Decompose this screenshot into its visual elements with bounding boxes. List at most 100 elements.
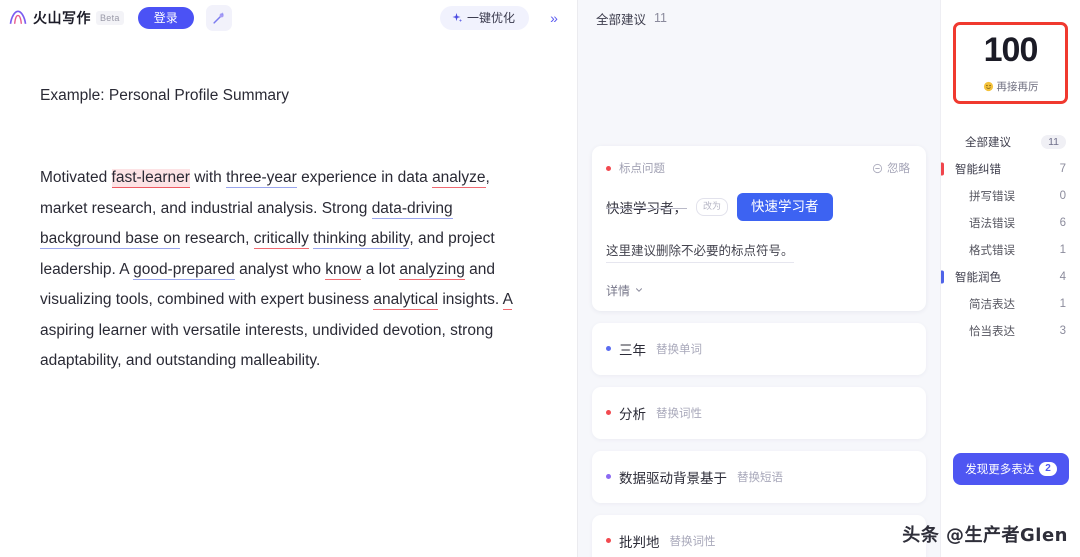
document-text-span: a lot (361, 260, 400, 278)
magic-wand-icon[interactable] (205, 5, 232, 31)
suggestion-row-word: 三年 (619, 342, 646, 358)
suggestion-detail-toggle[interactable]: 详情 (606, 282, 910, 299)
score-wrapper: 100 再接再厉 (941, 0, 1080, 104)
group-count: 7 (1059, 162, 1066, 175)
sidebar-item-all-suggestions[interactable]: 全部建议 11 (941, 128, 1080, 155)
group-label: 智能纠错 (955, 163, 1001, 176)
flagged-text-span[interactable]: analyze (432, 169, 486, 189)
suggestions-list: 标点问题 忽略 快速学习者， 改为 快速学习者 这里建议删除不必要的标点符号。 … (578, 146, 940, 557)
smiling-face-icon (983, 81, 993, 91)
severity-dot-icon (606, 474, 611, 479)
suggestion-row-action: 替换单词 (656, 343, 702, 356)
brand-name: 火山写作 (33, 10, 91, 26)
suggestion-description: 这里建议删除不必要的标点符号。 (606, 241, 794, 263)
suggestion-row[interactable]: 分析 替换词性 (592, 386, 926, 439)
suggestion-type-label: 标点问题 (619, 163, 665, 175)
login-button[interactable]: 登录 (137, 7, 194, 29)
all-suggestions-count: 11 (1041, 134, 1066, 149)
score-number: 100 (983, 30, 1039, 69)
discover-more-expressions-button[interactable]: 发现更多表达 2 (953, 453, 1069, 485)
sidebar-item-拼写错误[interactable]: 拼写错误 0 (941, 182, 1080, 209)
document-paragraph: Motivated fast-learner with three-year e… (40, 163, 537, 377)
suggestion-row[interactable]: 三年 替换单词 (592, 322, 926, 375)
sidebar-item-count: 3 (1059, 324, 1066, 337)
suggestions-pane: 全部建议 11 标点问题 忽略 快速学习者， 改为 快速学习者 这里建议删除不必… (578, 0, 940, 557)
sidebar-item-恰当表达[interactable]: 恰当表达 3 (941, 317, 1080, 344)
suggestion-rows-host: 三年 替换单词 分析 替换词性 数据驱动背景基于 替换短语 批判地 替换词性 (592, 322, 926, 557)
minus-circle-icon (872, 163, 883, 173)
sidebar-item-label: 格式错误 (969, 244, 1015, 257)
all-suggestions-label: 全部建议 (965, 136, 1011, 149)
one-click-optimize-button[interactable]: 一键优化 (439, 6, 529, 30)
category-groups-host: 智能纠错 7 拼写错误 0 语法错误 6 格式错误 1 智能润色 4 简洁表达 1 恰当表达 3 (941, 155, 1080, 344)
sidebar-item-简洁表达[interactable]: 简洁表达 1 (941, 290, 1080, 317)
category-list: 全部建议 11 智能纠错 7 拼写错误 0 语法错误 6 格式错误 1 智能润色 4 简洁表达 1 恰当… (941, 128, 1080, 344)
discover-badge: 2 (1039, 462, 1057, 476)
sidebar-item-label: 语法错误 (969, 217, 1015, 230)
optimize-label: 一键优化 (466, 11, 515, 25)
sparkle-icon (452, 13, 462, 22)
document-title: Example: Personal Profile Summary (40, 87, 289, 104)
flagged-text-span[interactable]: know (325, 260, 362, 280)
group-accent-bar (941, 162, 944, 175)
document-body[interactable]: Example: Personal Profile Summary Motiva… (0, 36, 577, 377)
score-card: 100 再接再厉 (953, 22, 1068, 104)
suggestion-card-header: 标点问题 忽略 (606, 160, 910, 176)
suggestions-header-title: 全部建议 (596, 12, 647, 27)
score-label-text: 再接再厉 (996, 80, 1039, 93)
sidebar-item-格式错误[interactable]: 格式错误 1 (941, 236, 1080, 263)
sidebar-item-语法错误[interactable]: 语法错误 6 (941, 209, 1080, 236)
sidebar-item-label: 简洁表达 (969, 298, 1015, 311)
suggestion-row-word: 批判地 (619, 534, 660, 550)
score-label-row: 再接再厉 (983, 79, 1039, 94)
document-text-span: analyst who (234, 260, 326, 278)
editor-toolbar: 火山写作 Beta 登录 一键优化 » (0, 0, 577, 36)
detail-label: 详情 (606, 283, 631, 298)
document-text-span: experience in data (296, 169, 433, 187)
group-accent-bar (941, 270, 944, 283)
suggestion-replace-row: 快速学习者， 改为 快速学习者 (606, 193, 910, 221)
ignore-suggestion-button[interactable]: 忽略 (872, 160, 910, 176)
volcano-logo-icon (9, 10, 27, 24)
document-text-span: insights. (438, 291, 503, 309)
suggestion-row-action: 替换短语 (737, 471, 783, 484)
group-count: 4 (1059, 270, 1066, 283)
severity-dot-icon (606, 410, 611, 415)
flagged-text-span[interactable]: good-prepared (133, 260, 235, 280)
flagged-text-span[interactable]: analytical (373, 291, 439, 311)
editor-pane: 火山写作 Beta 登录 一键优化 » Example: Personal Pr… (0, 0, 578, 557)
suggestion-row[interactable]: 数据驱动背景基于 替换短语 (592, 450, 926, 503)
suggestion-row-action: 替换词性 (669, 535, 716, 548)
app-root: 火山写作 Beta 登录 一键优化 » Example: Personal Pr… (0, 0, 1080, 557)
suggestion-card-active[interactable]: 标点问题 忽略 快速学习者， 改为 快速学习者 这里建议删除不必要的标点符号。 … (592, 146, 926, 311)
score-sidebar: 100 再接再厉 全部建议 11 智能纠错 7 拼写错误 0 语法错误 6 格式… (940, 0, 1080, 557)
chevron-down-icon (636, 288, 643, 292)
sidebar-item-count: 1 (1059, 243, 1066, 256)
original-word: 快速学习者， (606, 200, 687, 216)
severity-dot-icon (606, 165, 611, 171)
flagged-text-span[interactable]: analyzing (399, 260, 465, 280)
suggestions-header: 全部建议 11 (578, 0, 940, 36)
watermark: 头条 @生产者Glen (902, 525, 1068, 546)
change-to-pill: 改为 (696, 198, 729, 216)
flagged-text-span[interactable]: thinking ability (313, 230, 410, 250)
sidebar-group-智能润色[interactable]: 智能润色 4 (941, 263, 1080, 290)
document-text-span: Motivated (40, 169, 112, 187)
discover-label: 发现更多表达 (965, 464, 1035, 476)
flagged-text-span[interactable]: fast-learner (111, 169, 190, 189)
sidebar-group-智能纠错[interactable]: 智能纠错 7 (941, 155, 1080, 182)
document-text-span: research, (180, 230, 254, 248)
document-text-span: with (189, 169, 227, 187)
beta-tag: Beta (96, 11, 124, 25)
sidebar-item-label: 拼写错误 (969, 190, 1015, 203)
sidebar-item-label: 恰当表达 (969, 325, 1015, 338)
collapse-panel-button[interactable]: » (541, 5, 567, 31)
flagged-text-span[interactable]: critically (253, 230, 309, 250)
apply-replacement-button[interactable]: 快速学习者 (737, 193, 833, 221)
sidebar-item-count: 6 (1059, 216, 1066, 229)
suggestion-row[interactable]: 批判地 替换词性 (592, 514, 926, 557)
flagged-text-span[interactable]: A (502, 291, 513, 311)
flagged-text-span[interactable]: three-year (226, 169, 297, 189)
document-text-span: aspiring learner with versatile interest… (40, 321, 494, 370)
sidebar-item-count: 1 (1059, 297, 1066, 310)
